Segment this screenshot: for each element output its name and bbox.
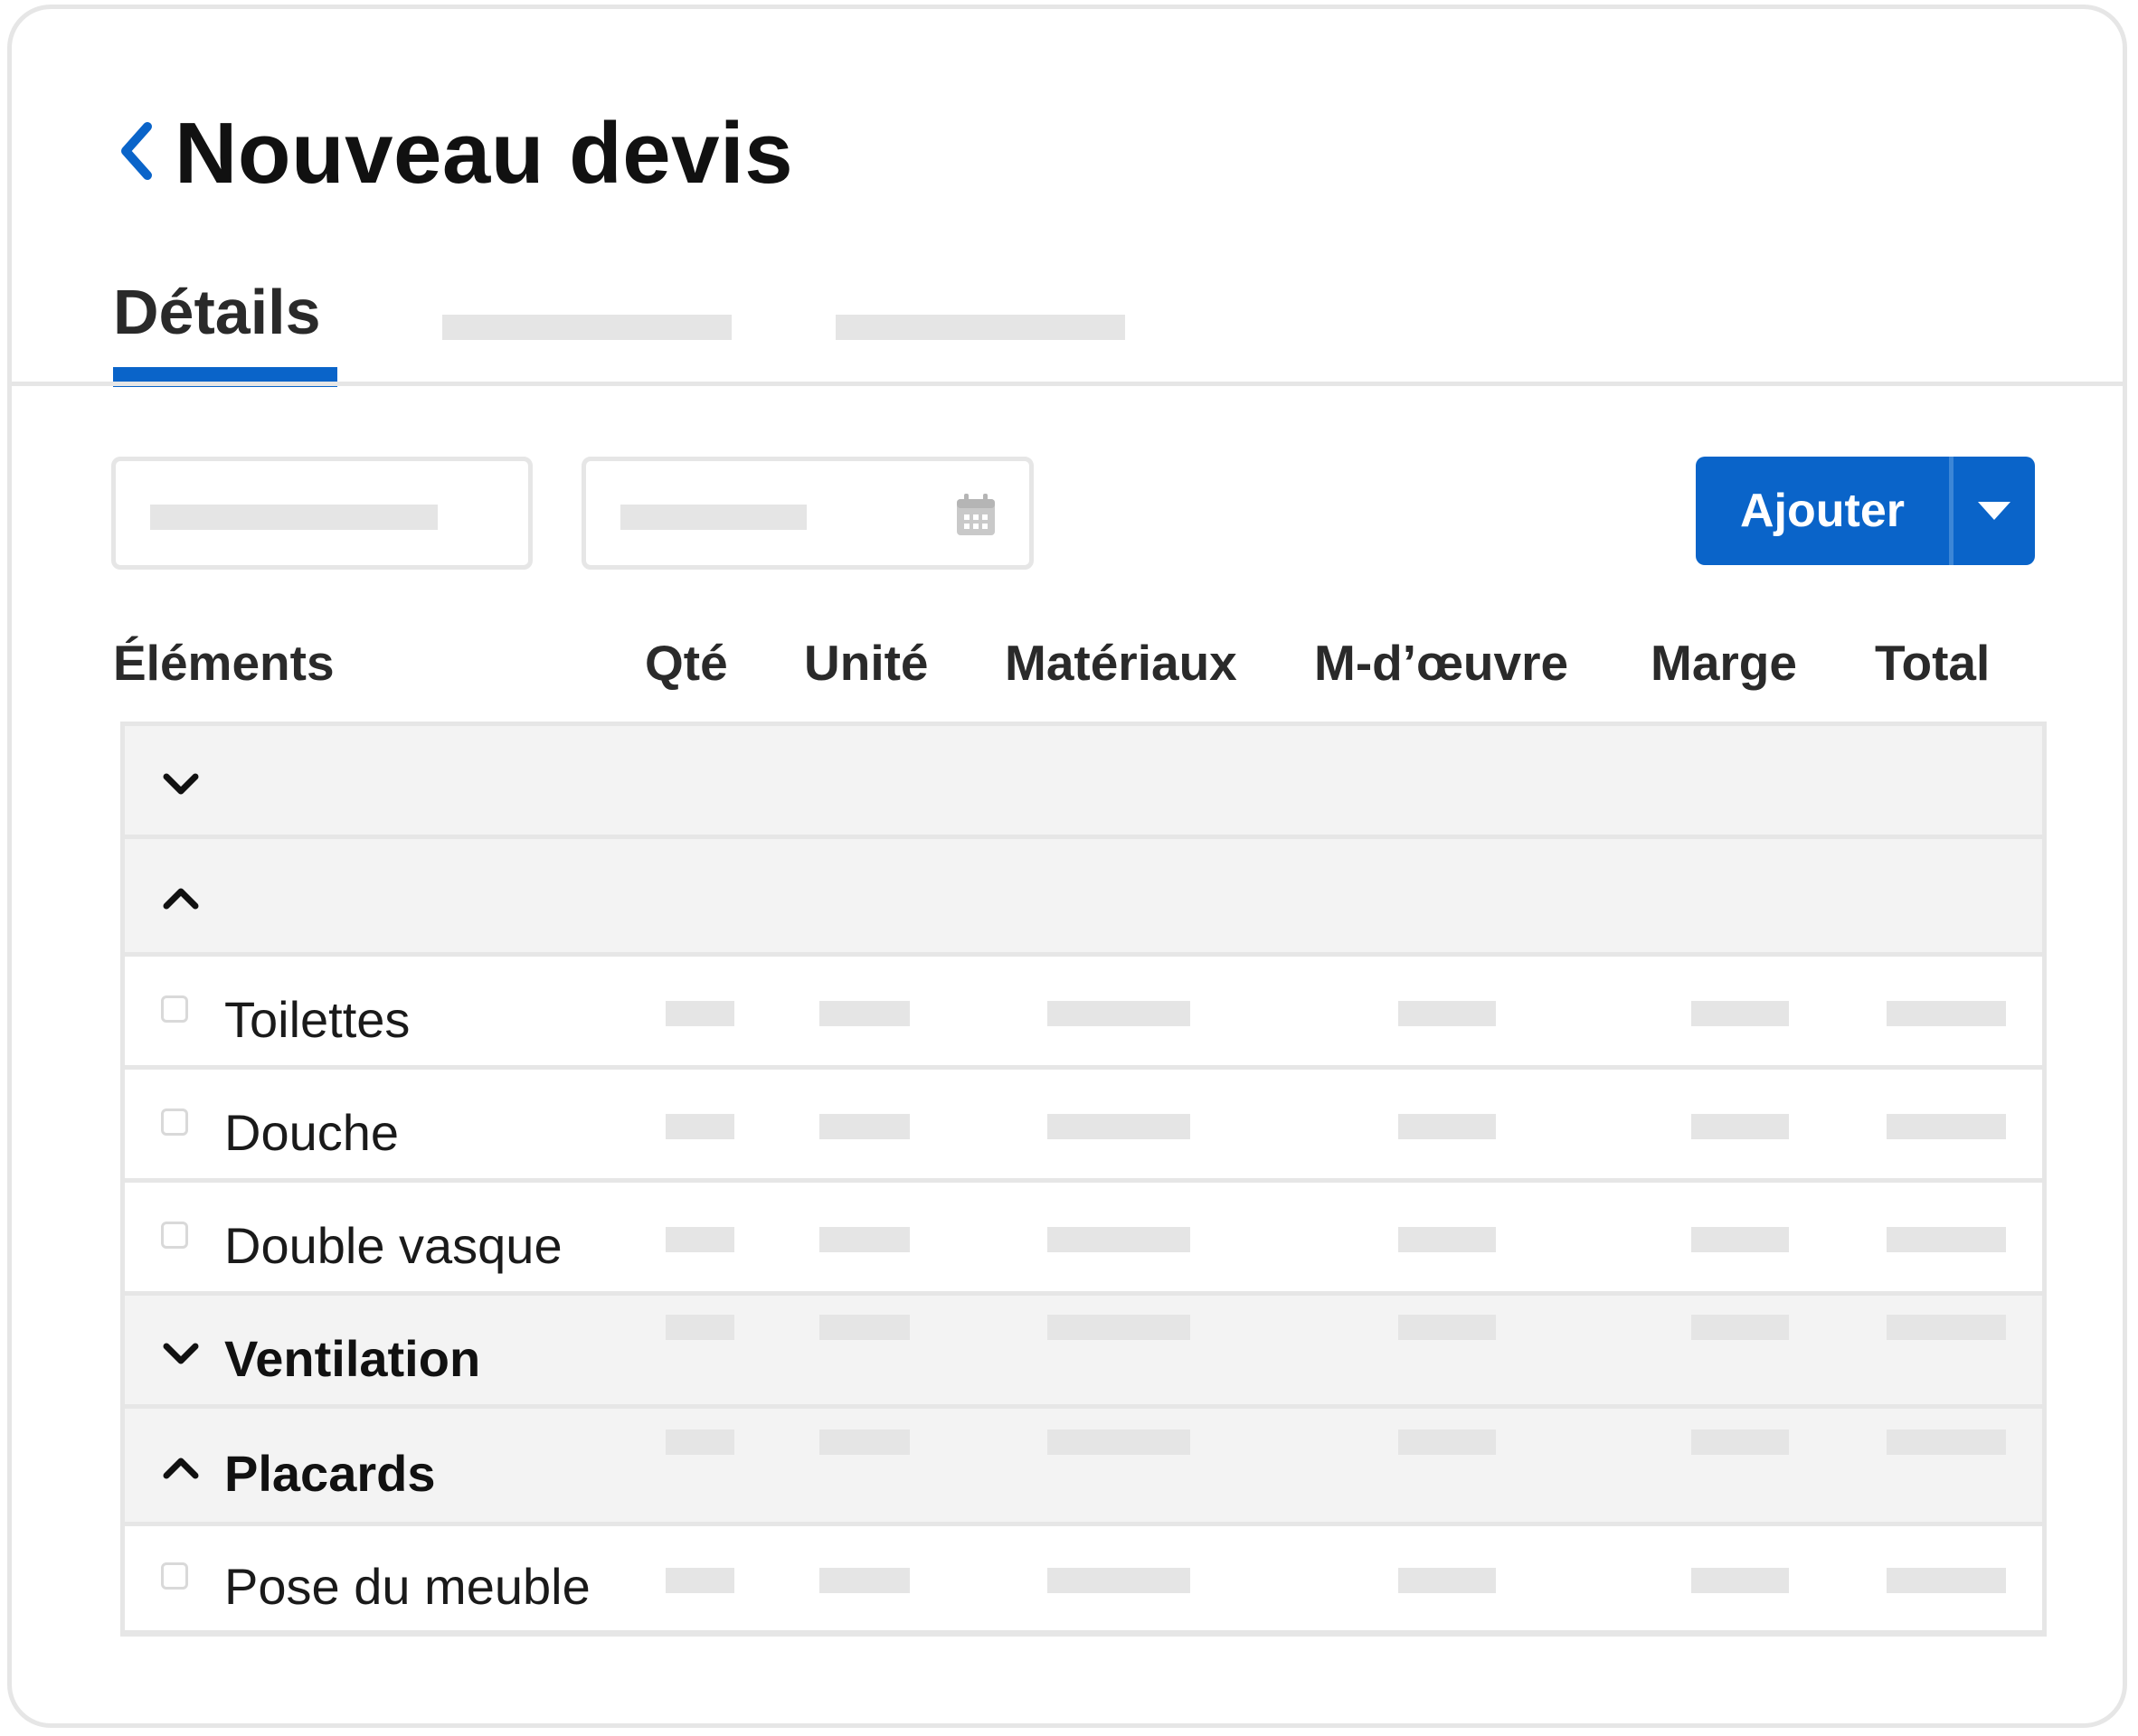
row-label: Ventilation xyxy=(224,1329,481,1387)
name-input[interactable] xyxy=(111,457,533,570)
cell-placeholder xyxy=(1691,1314,1789,1340)
cell-placeholder xyxy=(1887,1113,2006,1139)
column-header-margin: Marge xyxy=(1651,635,1797,691)
cell-placeholder xyxy=(819,1314,910,1340)
cell-placeholder xyxy=(1047,1226,1190,1252)
cell-placeholder xyxy=(1691,1000,1789,1026)
group-row[interactable] xyxy=(125,839,2042,957)
column-header-unit: Unité xyxy=(804,635,929,691)
cell-placeholder xyxy=(1047,1314,1190,1340)
cell-placeholder xyxy=(1398,1314,1496,1340)
cell-placeholder xyxy=(1047,1429,1190,1455)
column-header-elements: Éléments xyxy=(113,635,335,691)
cell-placeholder xyxy=(1691,1568,1789,1593)
row-label: Placards xyxy=(224,1445,436,1502)
cell-placeholder xyxy=(1887,1000,2006,1026)
item-row: Toilettes xyxy=(125,957,2042,1070)
add-button[interactable]: Ajouter xyxy=(1696,457,1949,565)
page-title: Nouveau devis xyxy=(175,105,794,202)
cell-placeholder xyxy=(1887,1568,2006,1593)
cell-placeholder xyxy=(819,1000,910,1026)
cell-placeholder xyxy=(819,1226,910,1252)
column-header-materials: Matériaux xyxy=(1005,635,1237,691)
quote-table: Toilettes Douche Double vasque Ventilation P… xyxy=(120,722,2047,1637)
chevron-up-icon[interactable] xyxy=(161,884,201,911)
cell-placeholder xyxy=(666,1113,734,1139)
input-placeholder xyxy=(150,505,438,530)
group-row[interactable]: Placards xyxy=(125,1409,2042,1526)
column-header-labor: M-d’œuvre xyxy=(1314,635,1569,691)
cell-placeholder xyxy=(1047,1568,1190,1593)
cell-placeholder xyxy=(666,1000,734,1026)
cell-placeholder xyxy=(666,1568,734,1593)
group-row[interactable] xyxy=(125,726,2042,839)
cell-placeholder xyxy=(1398,1226,1496,1252)
chevron-up-icon[interactable] xyxy=(161,1454,201,1481)
cell-placeholder xyxy=(1398,1568,1496,1593)
item-row: Douche xyxy=(125,1070,2042,1183)
date-input[interactable] xyxy=(582,457,1034,570)
cell-placeholder xyxy=(1047,1113,1190,1139)
row-label: Toilettes xyxy=(224,990,411,1048)
column-header-qty: Qté xyxy=(645,635,728,691)
cell-placeholder xyxy=(1047,1000,1190,1026)
row-checkbox[interactable] xyxy=(161,1221,188,1249)
calendar-icon[interactable] xyxy=(955,492,997,537)
cell-placeholder xyxy=(666,1226,734,1252)
cell-placeholder xyxy=(1887,1226,2006,1252)
cell-placeholder xyxy=(1691,1226,1789,1252)
cell-placeholder xyxy=(1887,1429,2006,1455)
cell-placeholder xyxy=(819,1429,910,1455)
item-row: Double vasque xyxy=(125,1183,2042,1296)
row-label: Pose du meuble xyxy=(224,1558,591,1615)
chevron-left-icon[interactable] xyxy=(113,119,158,183)
cell-placeholder xyxy=(666,1314,734,1340)
cell-placeholder xyxy=(666,1429,734,1455)
cell-placeholder xyxy=(819,1568,910,1593)
tab-3[interactable] xyxy=(836,315,1125,340)
item-row: Pose du meuble xyxy=(125,1526,2042,1635)
cell-placeholder xyxy=(1887,1314,2006,1340)
add-split-button: Ajouter xyxy=(1696,457,2035,565)
row-checkbox[interactable] xyxy=(161,1562,188,1590)
row-label: Double vasque xyxy=(224,1216,563,1274)
column-header-total: Total xyxy=(1875,635,1991,691)
tab-2[interactable] xyxy=(442,315,732,340)
chevron-down-icon[interactable] xyxy=(161,769,201,797)
input-placeholder xyxy=(620,505,807,530)
cell-placeholder xyxy=(819,1113,910,1139)
cell-placeholder xyxy=(1398,1429,1496,1455)
chevron-down-icon[interactable] xyxy=(161,1339,201,1366)
row-label: Douche xyxy=(224,1103,400,1161)
cell-placeholder xyxy=(1691,1113,1789,1139)
row-checkbox[interactable] xyxy=(161,1108,188,1136)
group-row[interactable]: Ventilation xyxy=(125,1296,2042,1409)
tabs-divider xyxy=(12,382,2123,386)
cell-placeholder xyxy=(1398,1113,1496,1139)
caret-down-icon xyxy=(1978,502,2010,520)
cell-placeholder xyxy=(1398,1000,1496,1026)
row-checkbox[interactable] xyxy=(161,995,188,1023)
cell-placeholder xyxy=(1691,1429,1789,1455)
add-dropdown-button[interactable] xyxy=(1954,457,2035,565)
quote-card: Nouveau devis Détails Ajouter Éléments Q… xyxy=(7,5,2127,1728)
